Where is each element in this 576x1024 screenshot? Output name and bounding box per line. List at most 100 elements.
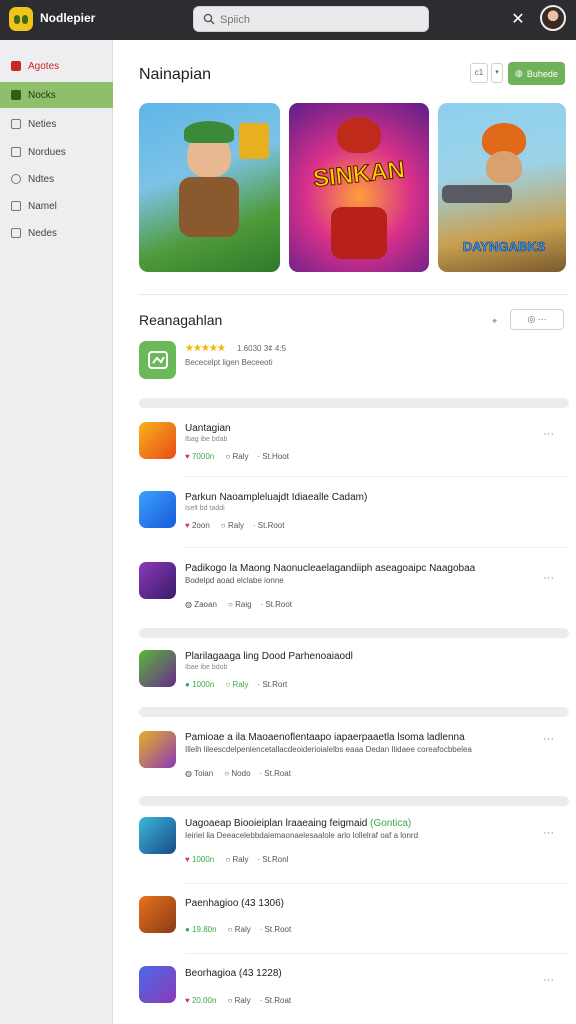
divider [185, 547, 569, 548]
circle-icon: ○ [220, 521, 226, 530]
app-icon [139, 562, 176, 599]
circle-icon: ○ [225, 855, 231, 864]
more-options-icon[interactable]: ··· [543, 428, 554, 440]
card-edge [139, 398, 569, 408]
sidebar-item-label: Nordues [28, 146, 66, 158]
more-options-icon[interactable]: ··· [543, 974, 554, 986]
sidebar: Agotes Nocks Neties Nordues Ndtes Namel … [0, 40, 113, 1024]
hero-body [179, 177, 239, 237]
hero-face [486, 151, 522, 183]
game-banner[interactable] [139, 103, 280, 272]
sidebar-item-label: Ndtes [28, 173, 55, 185]
page-title: Nainapian [139, 66, 212, 83]
search-icon [203, 13, 215, 25]
app-meta: ♥ 2oon ○ Raly · St.Root [185, 521, 285, 530]
sidebar-item-label: Agotes [28, 60, 60, 72]
circle-icon: ● [185, 680, 190, 689]
search-bar[interactable] [193, 6, 429, 32]
search-input[interactable] [220, 11, 420, 28]
app-logo[interactable] [9, 7, 33, 31]
featured-meta: 1.6030 3¢ 4:5 [237, 344, 286, 353]
shield-icon: ◍ [515, 68, 523, 78]
more-options-icon[interactable]: ··· [543, 827, 554, 839]
grid-icon [11, 90, 21, 100]
app-icon [139, 422, 176, 459]
app-description: Ibag ibe bdab [185, 436, 228, 443]
app-title: Parkun Naoampleluajdt Idiaealle Cadam) [185, 492, 368, 503]
shield-icon [11, 147, 21, 157]
circle-icon: ○ [228, 600, 233, 609]
app-title: Paenhagioo (43 1306) [185, 898, 284, 909]
divider [185, 883, 569, 884]
sidebar-item-label: Nocks [28, 89, 56, 101]
app-description: Illelh lileescdelpenlencetallacdeoiderio… [185, 745, 472, 754]
app-icon [139, 817, 176, 854]
section-title: Reanagahlan [139, 312, 223, 328]
blaster-icon [442, 185, 512, 203]
app-icon [139, 966, 176, 1003]
sidebar-item-neties[interactable]: Neties [0, 111, 113, 137]
circle-icon: ◍ [185, 769, 192, 778]
sidebar-item-ndtes[interactable]: Ndtes [0, 166, 113, 192]
app-meta: ♥ 7000n ○ Raly · St.Hoot [185, 452, 289, 461]
more-options-icon[interactable]: ··· [543, 733, 554, 745]
hero-body [331, 207, 387, 259]
avatar[interactable] [540, 5, 566, 31]
card-edge [139, 796, 569, 806]
app-title: Plarilagaaga ling Dood Parhenoaiaodl [185, 651, 353, 662]
sidebar-item-namel[interactable]: Namel [0, 193, 113, 219]
app-title: Pamioae a ila Maoaenoflentaapo iapaerpaa… [185, 732, 465, 743]
featured-app-icon[interactable] [139, 341, 176, 379]
app-meta: ♥ 1000n ○ Raly · St.Ronl [185, 855, 289, 864]
sidebar-item-nedes[interactable]: Nedes [0, 220, 113, 246]
sidebar-item-nordues[interactable]: Nordues [0, 139, 113, 165]
app-meta: ● 19.80n ○ Raly · St.Root [185, 925, 292, 934]
app-description: Ibae ibe bdob [185, 664, 228, 671]
circle-icon: ○ [227, 996, 233, 1005]
app-meta: ◍ Toian ○ Nodo · St.Roat [185, 769, 291, 778]
sidebar-item-agotes[interactable]: Agotes [0, 53, 113, 79]
game-banner[interactable]: DAYNGABKS [438, 103, 566, 272]
pin-icon [11, 228, 21, 238]
app-icon [139, 491, 176, 528]
app-meta: ♥ 20.00n ○ Raly · St.Roat [185, 996, 292, 1005]
more-options-icon[interactable]: ··· [543, 572, 554, 584]
app-meta: ● 1000n ○ Raly · St.Rort [185, 680, 288, 689]
hero-helmet [337, 117, 381, 153]
heart-icon: ♥ [185, 521, 190, 530]
divider [185, 953, 569, 954]
sidebar-item-nocks[interactable]: Nocks [0, 82, 113, 108]
rating-stars: ★★★★★ [185, 343, 226, 354]
view-toggle-button[interactable]: ◎ ··· [510, 309, 564, 330]
card-edge [139, 707, 569, 717]
sidebar-item-label: Nedes [28, 227, 57, 239]
card-edge [139, 628, 569, 638]
sidebar-item-label: Namel [28, 200, 57, 212]
app-icon [139, 896, 176, 933]
game-banner[interactable]: SINKAN [289, 103, 429, 272]
app-description: Bodelpd aoad elclabe ionne [185, 576, 284, 585]
circle-icon: ○ [224, 769, 230, 778]
count-button[interactable]: c1 [470, 63, 488, 83]
circle-icon: ◍ [185, 600, 192, 609]
dropdown-button[interactable]: ▾ [491, 63, 503, 83]
circle-icon: ○ [227, 925, 233, 934]
close-icon[interactable]: ✕ [508, 10, 528, 30]
primary-button-label: Buhede [526, 68, 558, 79]
app-title: Beorhagioa (43 1228) [185, 968, 282, 979]
item-icon [239, 123, 269, 159]
app-title: Uagoaeap Biooieiplan lraaeaing feigmaid … [185, 818, 412, 829]
heart-icon: ♥ [185, 996, 190, 1005]
circle-icon: ○ [225, 680, 231, 689]
app-description: Iselt bd taddi [185, 505, 225, 512]
gamepad-icon [147, 351, 168, 369]
app-title: Padikogo la Maong Naonucleaelagandiiph a… [185, 563, 476, 574]
app-icon [139, 650, 176, 687]
banner-title: SINKAN [311, 156, 407, 193]
sidebar-item-label: Neties [28, 118, 57, 130]
tag-icon [11, 61, 21, 71]
circle-icon: ● [185, 925, 190, 934]
note-icon [11, 119, 21, 129]
primary-button[interactable]: ◍ Buhede [508, 62, 565, 85]
sort-icon[interactable]: ⌖ [492, 316, 497, 327]
